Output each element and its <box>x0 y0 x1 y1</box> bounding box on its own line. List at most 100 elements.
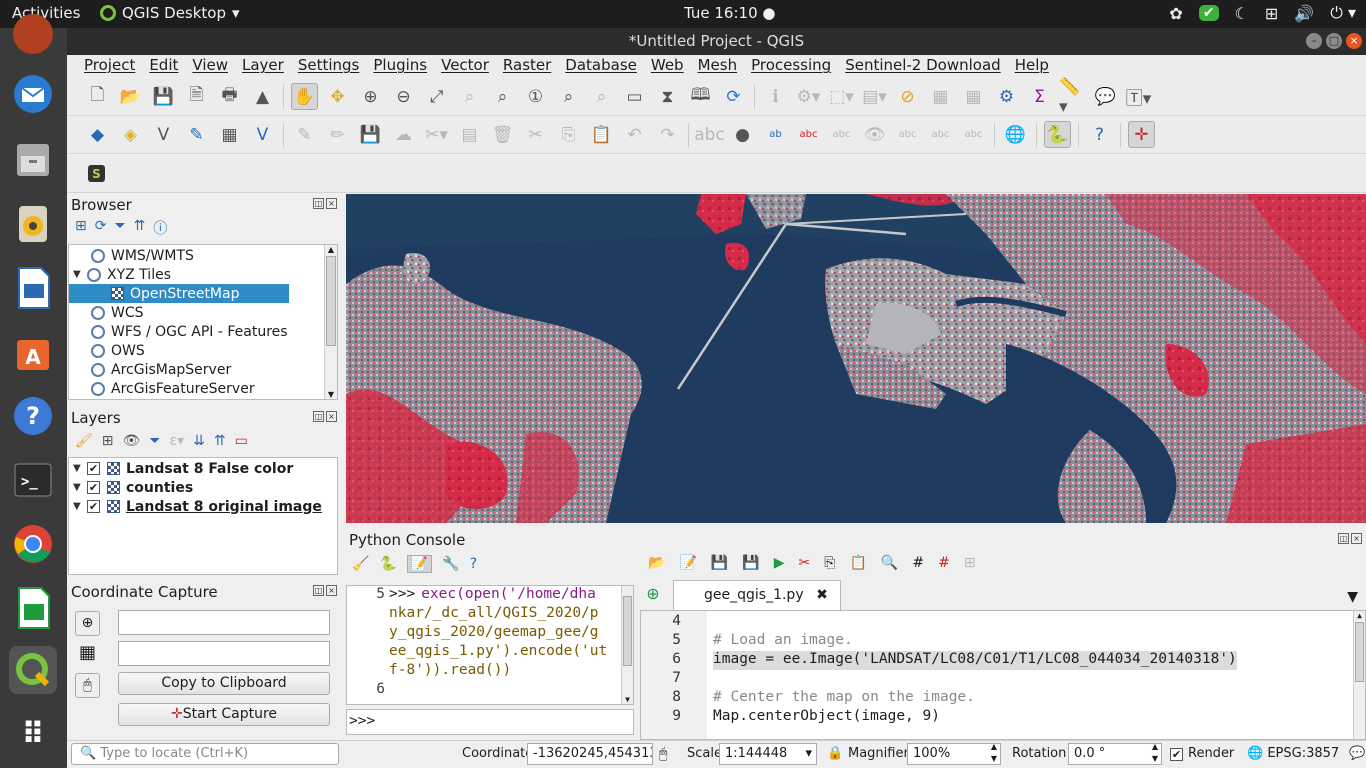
menu-plugins[interactable]: Plugins <box>366 55 434 77</box>
thunderbird-icon[interactable] <box>9 70 57 118</box>
remove-layer-icon[interactable]: ▭ <box>235 433 248 449</box>
float-panel-icon[interactable]: ◫ <box>1338 533 1349 544</box>
editor-text-area[interactable]: 4 5 # Load an image. 6 image = ee.Image('LAN… <box>640 610 1366 740</box>
uncomment-icon[interactable]: # <box>938 555 950 571</box>
render-checkbox[interactable]: ✔ <box>1170 748 1183 761</box>
save-edits-icon[interactable]: 💾 <box>357 121 384 148</box>
add-feature-icon[interactable]: ☁ <box>390 121 417 148</box>
edits-icon[interactable]: ✎ <box>291 121 318 148</box>
scroll-up-icon[interactable]: ▲ <box>325 245 337 254</box>
filter-icon[interactable]: ⏷ <box>114 218 125 238</box>
expand-arrow-icon[interactable]: ▼ <box>73 482 87 493</box>
rhythmbox-icon[interactable] <box>9 200 57 248</box>
temporal-controller-icon[interactable]: ⧗ <box>654 83 681 110</box>
browser-item[interactable]: WCS <box>69 303 337 322</box>
menu-raster[interactable]: Raster <box>496 55 558 77</box>
network-icon[interactable]: ⊞ <box>1265 4 1278 23</box>
style-manager-icon[interactable]: ▲ <box>249 83 276 110</box>
console-scrollbar[interactable]: ▼ <box>621 586 633 704</box>
messages-icon[interactable]: 💬 <box>1349 746 1365 761</box>
close-icon[interactable]: × <box>1346 33 1362 49</box>
browser-item[interactable]: OpenStreetMap <box>69 284 289 303</box>
menu-sentinel2[interactable]: Sentinel-2 Download <box>838 55 1008 77</box>
zoom-next-icon[interactable]: ⌕ <box>588 83 615 110</box>
calc-icon[interactable] <box>9 584 57 632</box>
magnifier-field[interactable]: 100% ▲ ▼ <box>907 743 1001 765</box>
browser-item[interactable]: WMS/WMTS <box>69 246 337 265</box>
options-icon[interactable]: 🔧 <box>442 556 459 572</box>
paste-features-icon[interactable]: 📋 <box>588 121 615 148</box>
add-selected-icon[interactable]: ⊞ <box>75 218 87 238</box>
toggle-extents-icon[interactable]: 🖱 <box>659 746 667 762</box>
browser-item[interactable]: ArcGisMapServer <box>69 360 337 379</box>
object-inspector-icon[interactable]: ⊞ <box>964 555 976 571</box>
expand-arrow-icon[interactable]: ▼ <box>73 463 87 474</box>
menu-edit[interactable]: Edit <box>142 55 185 77</box>
layer-visibility-checkbox[interactable]: ✔ <box>87 462 100 475</box>
bookmark-icon[interactable]: 🕮 <box>687 83 714 110</box>
cut-features-icon[interactable]: ✂ <box>522 121 549 148</box>
maximize-icon[interactable]: □ <box>1326 33 1342 49</box>
close-tab-icon[interactable]: ✖ <box>816 587 828 603</box>
toggle-labels-icon[interactable]: abc <box>795 121 822 148</box>
browser-scrollbar[interactable]: ▲ ▼ <box>324 245 337 399</box>
rotate-label-icon[interactable]: abc <box>927 121 954 148</box>
pin-label-icon[interactable]: abc <box>828 121 855 148</box>
track-mouse-icon[interactable]: 🖱 <box>75 673 100 698</box>
console-help-icon[interactable]: ? <box>470 556 477 572</box>
run-script-icon[interactable]: ▶ <box>774 555 785 571</box>
chrome-icon[interactable] <box>9 520 57 568</box>
expand-arrow-icon[interactable]: ▼ <box>73 501 87 512</box>
open-script-icon[interactable]: 📂 <box>648 555 665 571</box>
console-input[interactable]: >>> <box>346 709 634 735</box>
crs-button[interactable]: 🌐 EPSG:3857 <box>1247 746 1339 761</box>
show-hide-labels-icon[interactable]: 👁 <box>861 121 888 148</box>
app-menu[interactable]: QGIS Desktop ▾ <box>100 4 240 22</box>
night-light-icon[interactable]: ☾ <box>1235 4 1249 23</box>
map-canvas[interactable] <box>346 194 1366 523</box>
add-vector-icon[interactable]: V <box>150 121 177 148</box>
save-project-icon[interactable]: 💾 <box>150 83 177 110</box>
save-as-icon[interactable]: 🗎 <box>183 83 210 110</box>
change-label-icon[interactable]: abc <box>960 121 987 148</box>
close-panel-icon[interactable]: × <box>326 198 337 209</box>
help-icon[interactable]: ? <box>9 392 57 440</box>
modify-attributes-icon[interactable]: ▤ <box>456 121 483 148</box>
menu-processing[interactable]: Processing <box>744 55 838 77</box>
processing-toolbox-icon[interactable]: ⚙ <box>993 83 1020 110</box>
highlight-pinned-labels-icon[interactable]: ab <box>762 121 789 148</box>
zoom-in-icon[interactable]: ⊕ <box>357 83 384 110</box>
rotation-field[interactable]: 0.0 ° ▲ ▼ <box>1068 743 1162 765</box>
new-tab-icon[interactable]: ⊕ <box>640 584 666 610</box>
editor-tab[interactable]: gee_qgis_1.py ✖ <box>673 580 841 610</box>
zoom-native-icon[interactable]: ① <box>522 83 549 110</box>
scale-field[interactable]: 1:144448 ▾ <box>719 743 817 765</box>
undo-icon[interactable]: ↶ <box>621 121 648 148</box>
map-tips-icon[interactable]: 💬 <box>1092 83 1119 110</box>
find-icon[interactable]: 🔍 <box>881 555 898 571</box>
identify-icon[interactable]: ℹ <box>762 83 789 110</box>
crs-selector-icon[interactable]: ⊕ <box>75 611 100 636</box>
filter-legend-icon[interactable]: ⏷ <box>149 433 160 449</box>
open-project-icon[interactable]: 📂 <box>117 83 144 110</box>
info-icon[interactable]: ⓘ <box>153 218 167 238</box>
measure-icon[interactable]: 📏▾ <box>1059 77 1086 117</box>
custom-crs-coordinate-field[interactable] <box>118 641 330 666</box>
tab-list-icon[interactable]: ▼ <box>1347 589 1358 605</box>
pan-icon[interactable]: ✋ <box>291 83 318 110</box>
new-project-icon[interactable]: 🗋 <box>84 83 111 110</box>
zoom-last-icon[interactable]: ⌕ <box>555 83 582 110</box>
zoom-selection-icon[interactable]: ⌕ <box>456 83 483 110</box>
data-source-manager-icon[interactable]: ◆ <box>84 121 111 148</box>
redo-icon[interactable]: ↷ <box>654 121 681 148</box>
toggle-editing-icon[interactable]: ✏ <box>324 121 351 148</box>
save-script-icon[interactable]: 💾 <box>711 555 728 571</box>
attribute-table-icon[interactable]: ▦ <box>927 83 954 110</box>
close-panel-icon[interactable]: × <box>1351 533 1362 544</box>
filter-expression-icon[interactable]: ε▾ <box>170 433 185 449</box>
add-virtual-layer-icon[interactable]: V <box>249 121 276 148</box>
power-icon[interactable]: ⏻ ▾ <box>1330 3 1356 23</box>
coordinate-field[interactable]: -13620245,4543132 <box>527 743 653 765</box>
refresh-icon[interactable]: ⟳ <box>95 218 107 238</box>
scroll-down-icon[interactable]: ▼ <box>325 390 337 399</box>
